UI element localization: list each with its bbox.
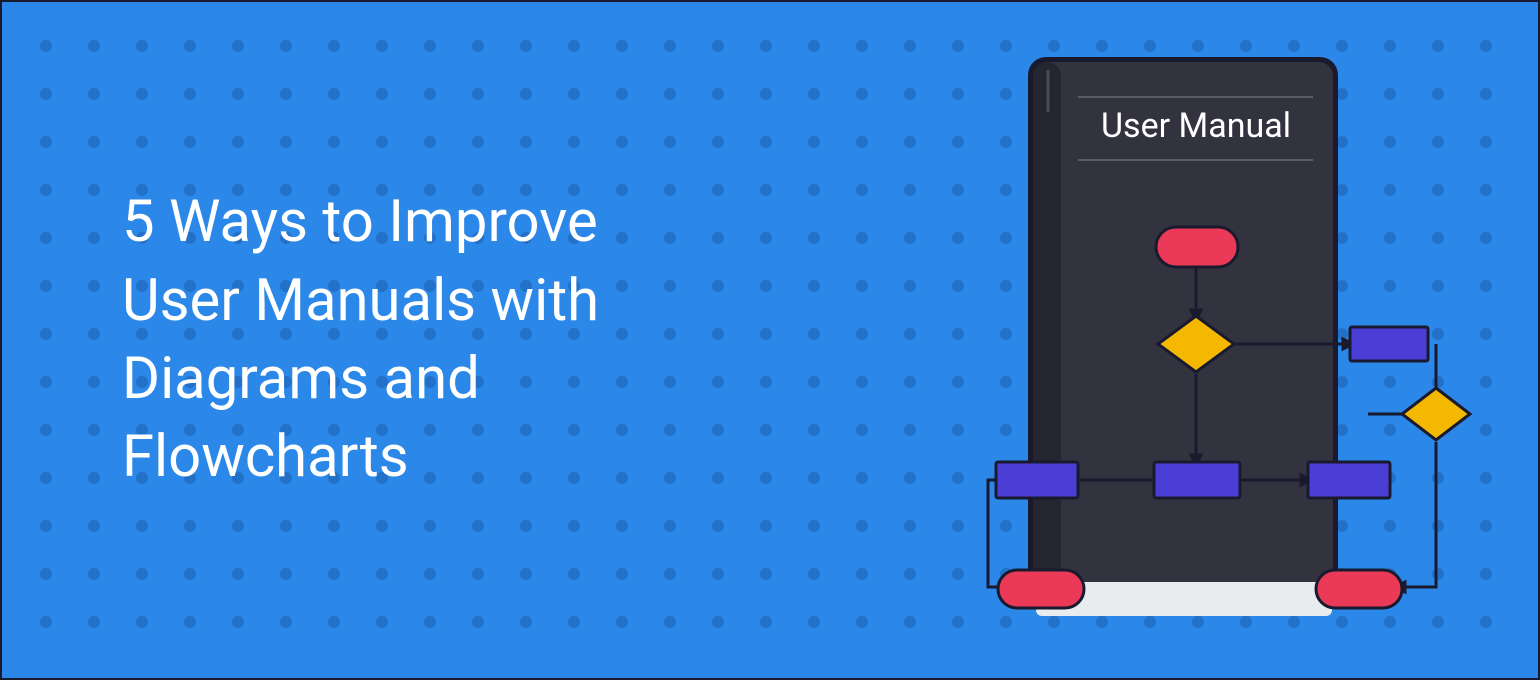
headline: 5 Ways to Improve User Manuals with Diag… — [122, 183, 599, 496]
flowchart-end-terminal-left-icon — [998, 570, 1084, 608]
flowchart-process-right-icon — [1308, 462, 1390, 498]
headline-line-3: Diagrams and — [122, 345, 480, 413]
flowchart-process-icon — [1350, 327, 1428, 361]
flowchart-process-left-icon — [996, 462, 1078, 498]
headline-line-1: 5 Ways to Improve — [122, 188, 598, 256]
flowchart-process-middle-icon — [1154, 462, 1240, 498]
user-manual-flowchart-illustration: User Manual — [878, 42, 1478, 642]
book-spine — [1033, 62, 1061, 582]
headline-line-4: Flowcharts — [122, 423, 409, 491]
hero-banner: 5 Ways to Improve User Manuals with Diag… — [0, 0, 1540, 680]
flowchart-end-terminal-right-icon — [1316, 570, 1402, 608]
flowchart-decision-2-icon — [1402, 388, 1470, 440]
headline-line-2: User Manuals with — [122, 267, 599, 335]
flowchart-start-terminal-icon — [1156, 227, 1238, 267]
book-title: User Manual — [1101, 106, 1291, 146]
